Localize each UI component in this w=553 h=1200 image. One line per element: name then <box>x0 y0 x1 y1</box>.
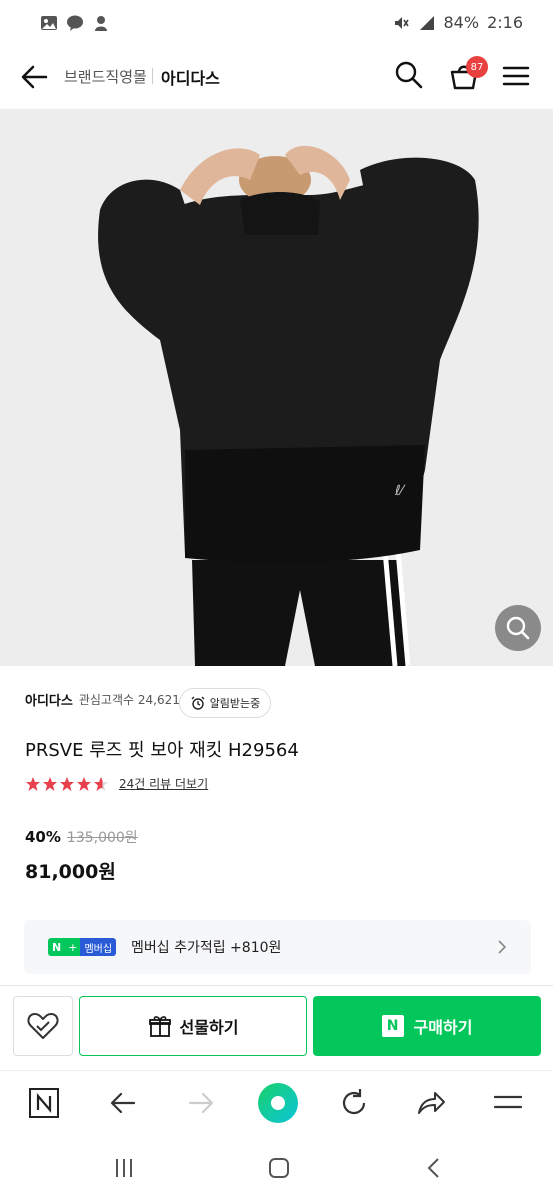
image-icon <box>41 16 57 30</box>
product-image[interactable]: ℓ⁄ <box>0 110 553 666</box>
naver-n-icon[interactable] <box>28 1087 60 1119</box>
browser-forward-icon[interactable] <box>185 1087 217 1119</box>
heart-check-icon <box>27 1013 59 1039</box>
recent-apps-icon[interactable] <box>112 1156 136 1180</box>
nplus-membership-badge: N + 멤버십 <box>48 938 117 956</box>
product-photo-jacket: ℓ⁄ <box>0 110 553 666</box>
search-icon[interactable] <box>394 60 424 90</box>
share-icon[interactable] <box>415 1087 447 1119</box>
signal-icon <box>419 15 434 30</box>
divider <box>0 985 553 986</box>
discount-percent: 40% <box>25 828 61 846</box>
half-star-icon <box>94 776 108 791</box>
brand-mall-link[interactable]: 브랜드직영몰 <box>64 66 147 87</box>
zoom-button[interactable] <box>495 605 541 651</box>
product-name: PRSVE 루즈 핏 보아 재킷 H29564 <box>25 740 299 761</box>
gift-icon <box>148 1016 171 1037</box>
system-navigation-bar <box>0 1134 553 1200</box>
naver-pay-icon: N <box>381 1015 404 1037</box>
back-icon[interactable] <box>422 1156 446 1180</box>
product-brand[interactable]: 아디다스 <box>25 690 73 709</box>
review-link[interactable]: 24건 리뷰 더보기 <box>119 775 208 792</box>
buy-label: 구매하기 <box>413 1018 473 1037</box>
clock: 2:16 <box>487 13 523 32</box>
star-rating <box>25 776 109 792</box>
gift-button[interactable]: 선물하기 <box>79 996 307 1056</box>
membership-text: 멤버십 추가적립 +810원 <box>131 940 282 956</box>
talk-icon <box>67 15 83 31</box>
app-notification-icon <box>95 16 107 31</box>
back-arrow-icon[interactable] <box>18 60 52 94</box>
hamburger-menu-icon[interactable] <box>502 62 530 90</box>
browser-menu-icon[interactable] <box>492 1087 524 1119</box>
battery-level: 84% <box>443 13 480 32</box>
status-bar: 84% 2:16 <box>0 0 553 46</box>
gift-label: 선물하기 <box>179 1018 239 1037</box>
star-icon <box>26 776 40 791</box>
chevron-right-icon <box>498 940 507 954</box>
alarm-clock-icon <box>191 696 205 710</box>
sale-price: 81,000원 <box>25 861 116 883</box>
home-icon[interactable] <box>267 1156 291 1180</box>
mute-icon <box>394 16 409 29</box>
star-icon <box>43 776 57 791</box>
original-price: 135,000원 <box>66 830 138 846</box>
membership-banner[interactable]: N + 멤버십 멤버십 추가적립 +810원 <box>24 920 531 974</box>
browser-home-button[interactable] <box>258 1083 298 1123</box>
refresh-icon[interactable] <box>338 1087 370 1119</box>
header-divider <box>152 68 153 84</box>
interest-count: 관심고객수 24,621 <box>78 693 180 707</box>
magnifier-icon <box>506 616 530 640</box>
star-icon <box>60 776 74 791</box>
wishlist-button[interactable] <box>13 996 73 1056</box>
brand-row: 아디다스 관심고객수 24,621 <box>25 690 180 709</box>
app-header: 브랜드직영몰 아디다스 <box>0 46 553 110</box>
discount-row: 40% 135,000원 <box>25 827 138 847</box>
cart-count-badge: 87 <box>466 56 488 78</box>
alarm-button[interactable]: 알림받는중 <box>179 688 271 718</box>
alarm-label: 알림받는중 <box>209 697 261 710</box>
buy-button[interactable]: N 구매하기 <box>313 996 541 1056</box>
star-icon <box>77 776 91 791</box>
brand-store-link[interactable]: 아디다스 <box>161 65 220 89</box>
rating-row: 24건 리뷰 더보기 <box>25 775 208 792</box>
browser-toolbar <box>0 1070 553 1134</box>
browser-back-icon[interactable] <box>107 1087 139 1119</box>
